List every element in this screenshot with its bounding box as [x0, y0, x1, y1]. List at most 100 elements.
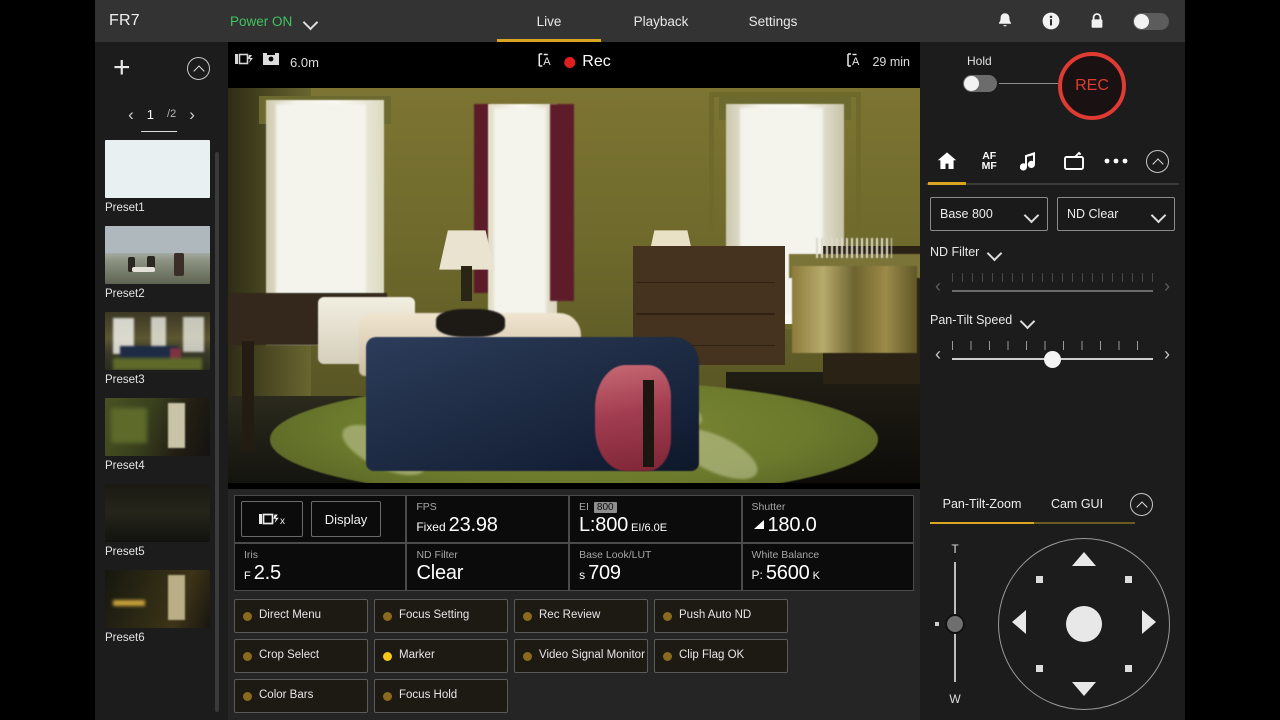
tab-settings[interactable]: Settings [717, 0, 829, 42]
nd-increase-button[interactable]: › [1159, 277, 1175, 295]
white-balance-label: White Balance [751, 549, 820, 562]
auto-bracket-icon: A [537, 52, 557, 72]
iris-readout[interactable]: Iris F 2.5 [234, 543, 407, 591]
tab-cam-gui[interactable]: Cam GUI [1034, 484, 1120, 524]
fn-label: Color Bars [259, 689, 314, 702]
svg-text:A: A [852, 56, 860, 68]
status-dot [383, 651, 392, 661]
joystick-center-button[interactable] [1066, 606, 1102, 642]
bell-icon[interactable] [995, 11, 1015, 31]
list-item[interactable]: Preset6 [105, 570, 218, 644]
fn-button-rec-review[interactable]: Rec Review [514, 599, 648, 633]
slider-handle[interactable] [1044, 351, 1062, 368]
tab-home[interactable] [928, 144, 967, 185]
fn-label: Clip Flag OK [679, 649, 745, 662]
pan-tilt-up-left-button[interactable] [1036, 576, 1043, 583]
list-item[interactable]: Preset3 [105, 312, 218, 386]
tab-live[interactable]: Live [493, 0, 605, 42]
rec-button[interactable]: REC [1058, 52, 1126, 120]
white-balance-readout[interactable]: White Balance P: 5600 K [741, 543, 914, 591]
collapse-chevron-icon [1146, 149, 1170, 173]
audio-note-icon [1020, 152, 1036, 171]
pan-right-button[interactable] [1142, 610, 1156, 634]
live-video-preview[interactable] [228, 82, 920, 489]
fps-label: FPS [416, 501, 437, 514]
slider-ticks [952, 273, 1153, 282]
pan-tilt-speed-label: Pan-Tilt Speed [930, 313, 1013, 327]
pan-tilt-speed-slider[interactable] [952, 341, 1153, 368]
fn-button-direct-menu[interactable]: Direct Menu [234, 599, 368, 633]
nd-filter-header[interactable]: ND Filter [930, 245, 1175, 259]
lock-toggle[interactable] [1133, 12, 1169, 30]
lock-icon[interactable] [1087, 11, 1107, 31]
pan-tilt-down-left-button[interactable] [1036, 665, 1043, 672]
pan-tilt-up-right-button[interactable] [1125, 576, 1132, 583]
zoom-handle[interactable] [945, 614, 965, 634]
power-status-group[interactable]: Power ON [230, 14, 317, 29]
preset-thumbnail [105, 484, 210, 542]
list-item[interactable]: Preset2 [105, 226, 218, 300]
white-balance-unit: K [812, 569, 820, 582]
monitor-toggle-button[interactable]: x [241, 501, 303, 537]
info-icon[interactable] [1041, 11, 1061, 31]
slider-track [952, 290, 1153, 292]
media-auto-icon: A [846, 52, 866, 72]
pan-left-button[interactable] [1012, 610, 1026, 634]
tab-more[interactable] [1099, 144, 1133, 178]
right-letterbox [1185, 0, 1280, 720]
preset-label: Preset3 [105, 374, 145, 386]
zoom-slider[interactable]: T W [935, 542, 966, 710]
fn-button-video-signal-monitor[interactable]: Video Signal Monitor [514, 639, 648, 673]
fps-readout[interactable]: FPS Fixed 23.98 [406, 495, 569, 543]
base-iso-select[interactable]: Base 800 [930, 197, 1048, 231]
ptz-tab-bar: Pan-Tilt-Zoom Cam GUI [920, 482, 1185, 526]
collapse-ptz-button[interactable] [1130, 492, 1153, 516]
display-button[interactable]: Display [311, 501, 381, 537]
tab-audio[interactable] [1014, 144, 1048, 178]
list-item[interactable]: Preset1 [105, 140, 218, 214]
nd-decrease-button[interactable]: ‹ [930, 277, 946, 295]
pan-tilt-down-right-button[interactable] [1125, 665, 1132, 672]
tab-camera[interactable] [1057, 144, 1091, 178]
base-look-readout[interactable]: Base Look/LUT s 709 [569, 543, 742, 591]
tab-pan-tilt-zoom[interactable]: Pan-Tilt-Zoom [930, 484, 1034, 524]
pan-tilt-speed-header[interactable]: Pan-Tilt Speed [930, 313, 1175, 327]
prev-page-button[interactable]: ‹ [128, 106, 134, 123]
shutter-value: 180.0 [767, 513, 817, 536]
camera-icon [1063, 151, 1084, 170]
preset-thumbnail [105, 398, 210, 456]
nd-filter-slider[interactable] [952, 273, 1153, 299]
status-readouts: x Display FPS Fixed 23.98 EI 800 L:800 E… [228, 489, 920, 591]
ei-readout[interactable]: EI 800 L:800 EI/6.0E [568, 495, 742, 543]
status-dot [243, 691, 252, 701]
pan-tilt-joystick[interactable] [998, 538, 1170, 710]
list-item[interactable]: Preset5 [105, 484, 218, 558]
fn-button-crop-select[interactable]: Crop Select [234, 639, 368, 673]
chevron-down-icon[interactable] [304, 15, 317, 28]
tilt-down-button[interactable] [1072, 682, 1096, 696]
shutter-readout[interactable]: Shutter 180.0 [741, 495, 915, 543]
fn-button-focus-setting[interactable]: Focus Setting [374, 599, 508, 633]
fn-button-push-auto-nd[interactable]: Push Auto ND [654, 599, 788, 633]
fn-button-marker[interactable]: Marker [374, 639, 508, 673]
add-preset-button[interactable]: + [113, 53, 131, 83]
hold-toggle[interactable] [963, 75, 997, 92]
collapse-presets-button[interactable] [187, 56, 210, 80]
fn-label: Push Auto ND [679, 609, 752, 622]
fn-button-color-bars[interactable]: Color Bars [234, 679, 368, 713]
speed-increase-button[interactable]: › [1159, 345, 1175, 363]
next-page-button[interactable]: › [189, 106, 195, 123]
tab-playback[interactable]: Playback [605, 0, 717, 42]
fn-button-clip-flag-ok[interactable]: Clip Flag OK [654, 639, 788, 673]
top-bar: FR7 Power ON Live Playback Settings [95, 0, 1185, 42]
tab-af-mf[interactable]: AF MF [972, 144, 1006, 178]
nd-filter-readout[interactable]: ND Filter Clear [406, 543, 570, 591]
nd-select[interactable]: ND Clear [1057, 197, 1175, 231]
list-item[interactable]: Preset4 [105, 398, 218, 472]
collapse-right-panel-button[interactable] [1141, 144, 1175, 178]
presets-scrollbar[interactable] [215, 152, 219, 712]
top-bar-icons [995, 11, 1169, 31]
fn-button-focus-hold[interactable]: Focus Hold [374, 679, 508, 713]
tilt-up-button[interactable] [1072, 552, 1096, 566]
speed-decrease-button[interactable]: ‹ [930, 345, 946, 363]
